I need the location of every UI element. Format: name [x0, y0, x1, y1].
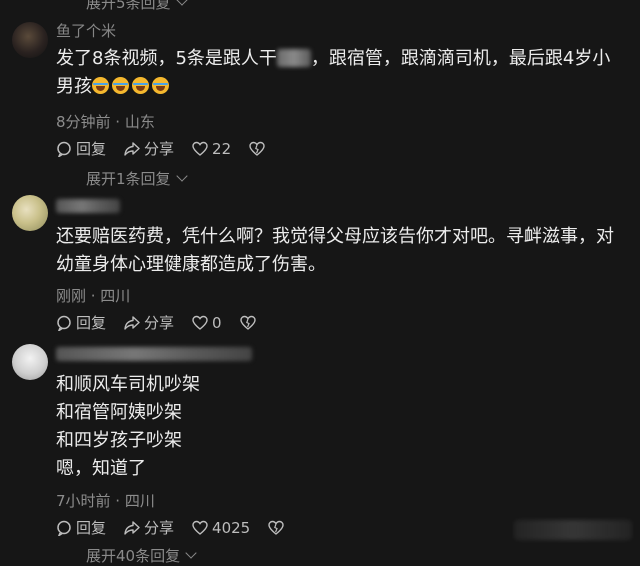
- laugh-cry-emoji-icon: [112, 77, 129, 94]
- expand-label: 展开5条回复: [86, 0, 171, 12]
- comment-text: 还要赔医药费，凭什么啊？我觉得父母应该告你才对吧。寻衅滋事，对幼童身体心理健康都…: [56, 226, 614, 275]
- laugh-cry-emoji-icon: [92, 77, 109, 94]
- like-button[interactable]: 22: [192, 140, 231, 158]
- comment-line: 和宿管阿姨吵架: [56, 402, 182, 423]
- comment-actions: 回复 分享 0: [56, 312, 274, 333]
- comment-meta: 刚刚 · 四川: [56, 287, 131, 305]
- avatar[interactable]: [12, 195, 48, 231]
- watermark: [514, 520, 632, 540]
- share-label: 分享: [144, 519, 175, 537]
- heart-icon: [192, 520, 208, 535]
- expand-label: 展开1条回复: [86, 170, 171, 188]
- username[interactable]: 鱼了个米: [56, 20, 116, 41]
- share-button[interactable]: 分享: [124, 138, 174, 159]
- share-button[interactable]: 分享: [124, 517, 174, 538]
- expand-replies-top[interactable]: 展开5条回复: [86, 0, 188, 13]
- expand-replies-1[interactable]: 展开1条回复: [86, 168, 188, 189]
- username-blurred[interactable]: [56, 347, 252, 361]
- like-button[interactable]: 4025: [192, 519, 250, 537]
- share-button[interactable]: 分享: [124, 312, 174, 333]
- reply-label: 回复: [76, 519, 107, 537]
- reply-button[interactable]: 回复: [56, 312, 106, 333]
- chevron-down-icon: [185, 547, 197, 559]
- comment-text: 发了8条视频，5条是跟人干 ，跟宿管，跟滴滴司机，最后跟4岁小男孩: [56, 45, 626, 101]
- comment-meta: 7小时前 · 四川: [56, 492, 155, 510]
- comment-line: 嗯，知道了: [56, 458, 146, 479]
- share-label: 分享: [144, 140, 175, 158]
- reply-label: 回复: [76, 314, 107, 332]
- comment-line: 和顺风车司机吵架: [56, 374, 200, 395]
- share-label: 分享: [144, 314, 175, 332]
- reply-bubble-icon: [57, 315, 71, 331]
- like-button[interactable]: 0: [192, 314, 222, 332]
- comment-line: 和四岁孩子吵架: [56, 430, 182, 451]
- like-count: 22: [212, 139, 232, 158]
- comment-actions: 回复 分享 4025: [56, 517, 302, 538]
- share-arrow-icon: [124, 141, 140, 156]
- chevron-down-icon: [175, 170, 188, 182]
- laugh-cry-emoji-icon: [152, 77, 169, 94]
- censored-text: [276, 49, 311, 67]
- broken-heart-icon: [249, 141, 265, 156]
- share-arrow-icon: [124, 315, 140, 330]
- heart-icon: [192, 141, 208, 156]
- reply-bubble-icon: [57, 520, 71, 536]
- comment-meta: 8分钟前 · 山东: [56, 113, 155, 131]
- username-blurred[interactable]: [56, 199, 120, 213]
- reply-bubble-icon: [57, 141, 71, 157]
- share-arrow-icon: [124, 520, 140, 535]
- laugh-cry-emoji-icon: [132, 77, 149, 94]
- broken-heart-icon: [268, 520, 284, 535]
- expand-replies-bottom[interactable]: 展开40条回复: [86, 545, 197, 566]
- reply-button[interactable]: 回复: [56, 517, 106, 538]
- broken-heart-icon: [239, 315, 256, 330]
- comment-actions: 回复 分享 22: [56, 138, 283, 159]
- like-count: 0: [212, 313, 222, 332]
- dislike-button[interactable]: [268, 520, 284, 536]
- avatar[interactable]: [12, 344, 48, 380]
- emoji-group: [92, 76, 172, 97]
- chevron-down-icon: [175, 0, 188, 6]
- comment-text-prefix: 发了8条视频，5条是跟人干: [56, 48, 277, 69]
- comment-text: 和顺风车司机吵架 和宿管阿姨吵架 和四岁孩子吵架 嗯，知道了: [56, 371, 626, 483]
- heart-icon: [192, 315, 208, 330]
- like-count: 4025: [212, 518, 251, 537]
- dislike-button[interactable]: [239, 315, 256, 331]
- reply-label: 回复: [76, 140, 107, 158]
- avatar[interactable]: [12, 22, 48, 58]
- reply-button[interactable]: 回复: [56, 138, 106, 159]
- dislike-button[interactable]: [249, 141, 265, 157]
- expand-label: 展开40条回复: [86, 547, 181, 565]
